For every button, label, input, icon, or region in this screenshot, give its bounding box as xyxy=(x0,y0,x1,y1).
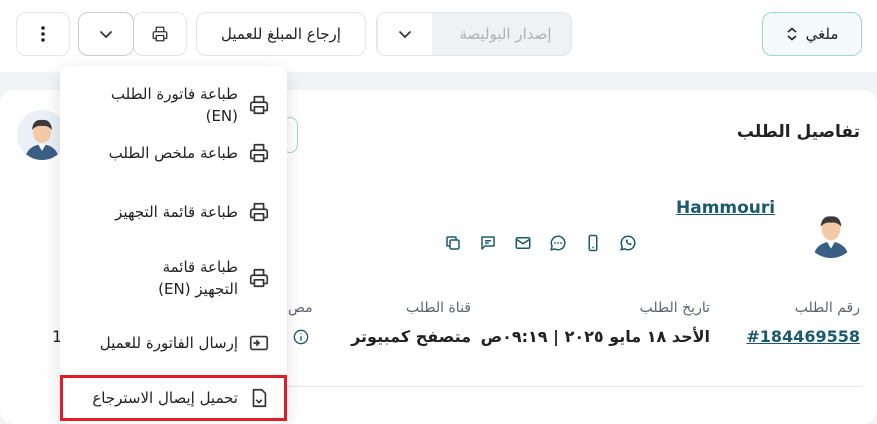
order-source-label: مص xyxy=(288,300,313,316)
info-icon[interactable] xyxy=(293,329,309,345)
whatsapp-icon[interactable] xyxy=(619,234,637,252)
menu-item-label: طباعة فاتورة الطلب (EN) xyxy=(110,85,238,125)
chat-icon[interactable] xyxy=(479,234,497,252)
issue-policy-button[interactable]: إصدار البوليصة xyxy=(376,12,572,56)
printer-icon xyxy=(249,143,269,163)
order-channel-value: متصفح كمبيوتر xyxy=(351,327,471,346)
kebab-menu-icon xyxy=(41,26,45,42)
chevron-down-icon xyxy=(99,30,113,38)
menu-item-label: تحميل إيصال الاسترجاع xyxy=(92,389,238,407)
issue-policy-chevron[interactable] xyxy=(377,13,432,55)
copy-icon[interactable] xyxy=(444,234,462,252)
customer-name-link[interactable]: Hammouri xyxy=(676,198,775,218)
section-divider xyxy=(286,386,861,387)
message-icon[interactable] xyxy=(549,234,567,252)
issue-policy-label: إصدار البوليصة xyxy=(459,25,552,43)
menu-item-print-invoice-en[interactable]: طباعة فاتورة الطلب (EN) xyxy=(74,83,270,127)
send-invoice-icon xyxy=(249,335,269,351)
refund-button[interactable]: إرجاع المبلغ للعميل xyxy=(196,12,366,56)
menu-item-label: طباعة ملخص الطلب xyxy=(108,144,238,162)
order-details-title: تفاصيل الطلب xyxy=(736,122,860,142)
order-date-value: الأحد ١٨ مايو ٢٠٢٥ | ٠٩:١٩ص xyxy=(480,327,710,346)
menu-item-print-packing-list-en[interactable]: طباعة قائمة التجهيز (EN) xyxy=(74,256,270,300)
menu-item-print-packing-list[interactable]: طباعة قائمة التجهيز xyxy=(74,201,270,223)
chevron-updown-icon xyxy=(787,27,797,41)
menu-item-print-summary[interactable]: طباعة ملخص الطلب xyxy=(74,142,270,164)
order-number-label: رقم الطلب xyxy=(794,300,860,316)
contact-icons xyxy=(444,234,637,252)
print-dropdown-toggle[interactable] xyxy=(78,12,134,56)
order-date-label: تاريخ الطلب xyxy=(639,300,710,316)
email-icon[interactable] xyxy=(514,234,532,252)
status-dropdown[interactable]: ملغي xyxy=(762,12,862,56)
menu-item-label: طباعة قائمة التجهيز xyxy=(115,203,238,221)
customer-avatar xyxy=(805,206,857,258)
refund-label: إرجاع المبلغ للعميل xyxy=(221,25,341,43)
receipt-download-icon xyxy=(252,388,267,408)
menu-item-send-invoice[interactable]: إرسال الفاتورة للعميل xyxy=(74,332,270,354)
print-button[interactable] xyxy=(133,12,187,56)
printer-icon xyxy=(249,202,269,222)
order-channel-label: قناة الطلب xyxy=(406,300,471,316)
menu-item-label: إرسال الفاتورة للعميل xyxy=(99,334,238,352)
print-dropdown-menu: طباعة فاتورة الطلب (EN) طباعة ملخص الطلب… xyxy=(60,66,287,424)
printer-icon xyxy=(249,268,269,288)
chevron-down-icon xyxy=(398,30,412,38)
status-label: ملغي xyxy=(805,25,839,43)
printer-icon xyxy=(249,95,269,115)
printer-icon xyxy=(152,26,168,42)
menu-item-download-return-receipt[interactable]: تحميل إيصال الاسترجاع xyxy=(60,375,287,421)
order-number-value[interactable]: #184469558 xyxy=(746,327,860,346)
more-options-button[interactable] xyxy=(16,12,70,56)
phone-icon[interactable] xyxy=(584,234,602,252)
user-avatar-icon xyxy=(813,216,849,258)
menu-item-label: طباعة قائمة التجهيز (EN) xyxy=(158,258,238,298)
